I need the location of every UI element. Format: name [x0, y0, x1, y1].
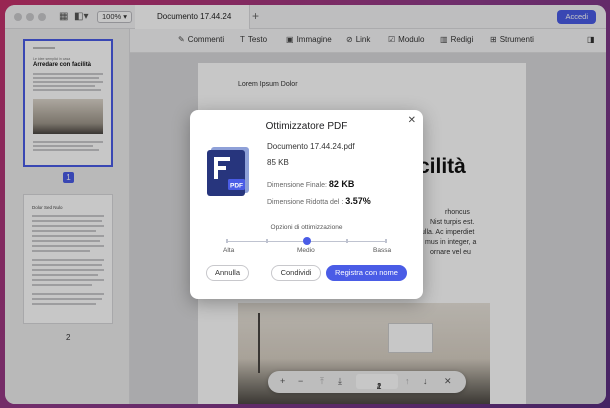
pdf-icon-label: PDF [230, 183, 243, 190]
file-size: 85 KB [267, 158, 289, 167]
level-medium-label[interactable]: Medio [297, 247, 315, 254]
pdf-optimizer-dialog: Ottimizzatore PDF ✕ PDF Documento 17.44.… [190, 110, 423, 299]
file-name: Documento 17.44.24.pdf [267, 142, 355, 151]
reduction-value: 3.57% [345, 196, 371, 206]
slider-tick [385, 239, 387, 243]
optimization-options-title: Opzioni di ottimizzazione [270, 224, 343, 231]
slider-tick [266, 239, 268, 243]
final-size-value: 82 KB [328, 179, 355, 189]
pdf-file-icon: PDF [207, 147, 249, 196]
final-size-label: Dimensione Finale: [267, 182, 327, 189]
level-high-label[interactable]: Alta [223, 247, 234, 254]
reduction-label: Dimensione Ridotta del : [267, 199, 344, 206]
cancel-button[interactable]: Annulla [206, 265, 249, 281]
share-button[interactable]: Condividi [271, 265, 321, 281]
optimization-slider-knob[interactable] [303, 237, 311, 245]
save-as-button[interactable]: Registra con nome [326, 265, 407, 281]
close-icon[interactable]: ✕ [408, 115, 416, 126]
reduction: Dimensione Ridotta del : 3.57% [267, 196, 371, 206]
slider-tick [346, 239, 348, 243]
dialog-title: Ottimizzatore PDF [265, 121, 348, 132]
level-low-label[interactable]: Bassa [373, 247, 391, 254]
slider-tick [226, 239, 228, 243]
final-size: Dimensione Finale: 82 KB [267, 179, 354, 189]
